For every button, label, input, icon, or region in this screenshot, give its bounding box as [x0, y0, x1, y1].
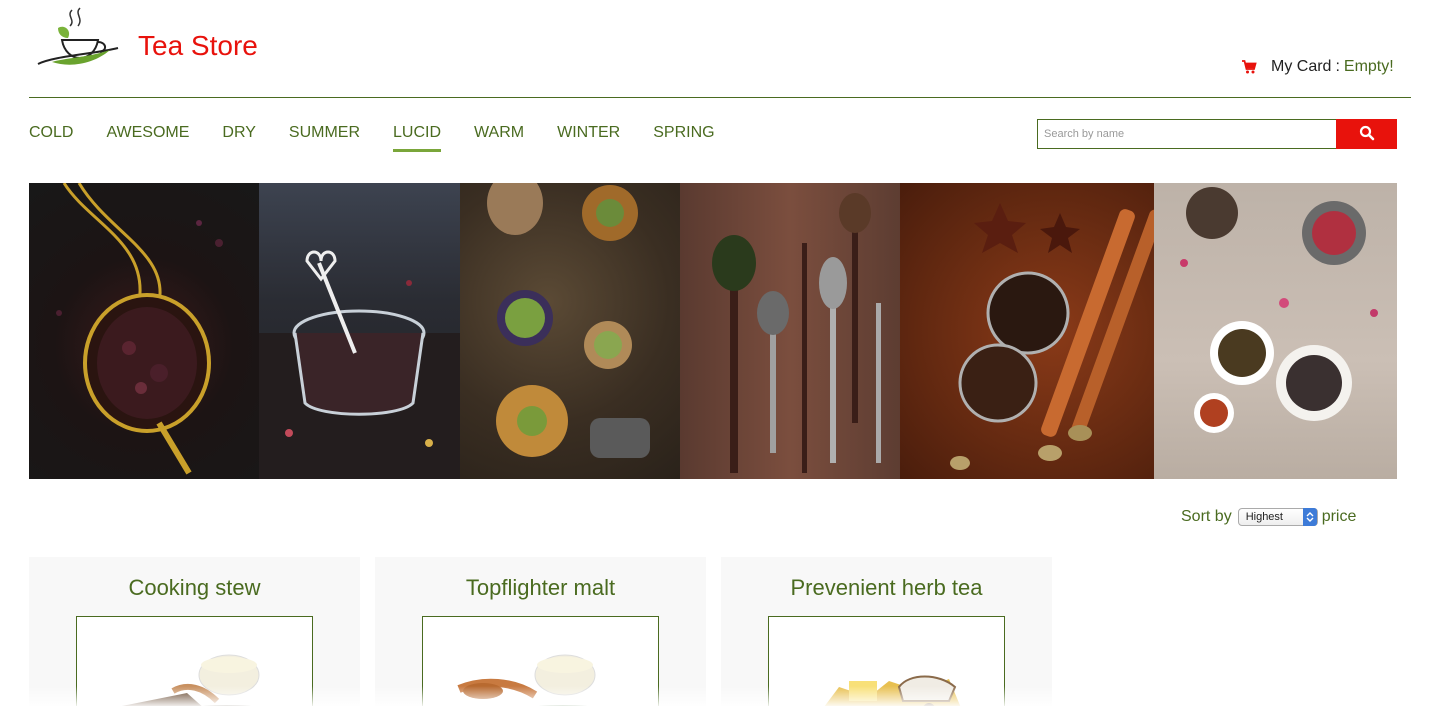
search-bar	[1037, 119, 1397, 149]
product-name[interactable]: Topflighter malt	[375, 575, 706, 601]
nav-item-dry[interactable]: DRY	[222, 124, 256, 152]
search-icon	[1359, 125, 1375, 144]
sort-label: Sort by	[1181, 508, 1232, 525]
nav-item-winter[interactable]: WINTER	[557, 124, 620, 152]
cart-link[interactable]: My Card : Empty!	[1241, 58, 1394, 76]
sort-label-suffix: price	[1321, 508, 1357, 525]
product-name[interactable]: Prevenient herb tea	[721, 575, 1052, 601]
sort-selected-value: Highest	[1245, 511, 1283, 523]
banner-image-glass-cup	[259, 183, 460, 479]
teacup-leaf-logo[interactable]	[34, 6, 124, 72]
product-image[interactable]	[422, 616, 659, 706]
product-card[interactable]: Cooking stew	[29, 557, 360, 706]
cart-status: Empty!	[1343, 58, 1394, 75]
cart-label: My Card	[1271, 58, 1332, 75]
product-card[interactable]: Prevenient herb tea	[721, 557, 1052, 706]
brand-name[interactable]: Tea Store	[138, 30, 258, 62]
nav-item-warm[interactable]: WARM	[474, 124, 524, 152]
sort-select[interactable]: Highest	[1237, 508, 1318, 526]
chevron-up-down-icon	[1302, 508, 1317, 526]
product-image[interactable]	[76, 616, 313, 706]
nav-item-awesome[interactable]: AWESOME	[106, 124, 189, 152]
product-name[interactable]: Cooking stew	[29, 575, 360, 601]
header-divider	[29, 97, 1411, 98]
category-nav: COLD AWESOME DRY SUMMER LUCID WARM WINTE…	[29, 124, 748, 152]
nav-item-spring[interactable]: SPRING	[653, 124, 714, 152]
nav-item-lucid[interactable]: LUCID	[393, 124, 442, 152]
nav-item-cold[interactable]: COLD	[29, 124, 73, 152]
banner-image-spices	[900, 183, 1154, 479]
nav-item-summer[interactable]: SUMMER	[289, 124, 360, 152]
sort-control: Sort by Highest price	[1181, 508, 1356, 526]
cart-separator: :	[1335, 58, 1340, 75]
product-grid: Cooking stew Topflighter malt Prevenient…	[29, 557, 1067, 706]
cart-icon	[1241, 59, 1257, 75]
search-button[interactable]	[1336, 119, 1397, 149]
banner-image-tea-bowls	[1154, 183, 1397, 479]
product-image[interactable]	[768, 616, 1005, 706]
search-input[interactable]	[1037, 119, 1337, 149]
banner-image-tea-spoons	[680, 183, 900, 479]
banner-image-tea-strainer	[29, 183, 259, 479]
product-card[interactable]: Topflighter malt	[375, 557, 706, 706]
banner-image-mate-gourds	[460, 183, 680, 479]
hero-banner	[29, 183, 1397, 479]
